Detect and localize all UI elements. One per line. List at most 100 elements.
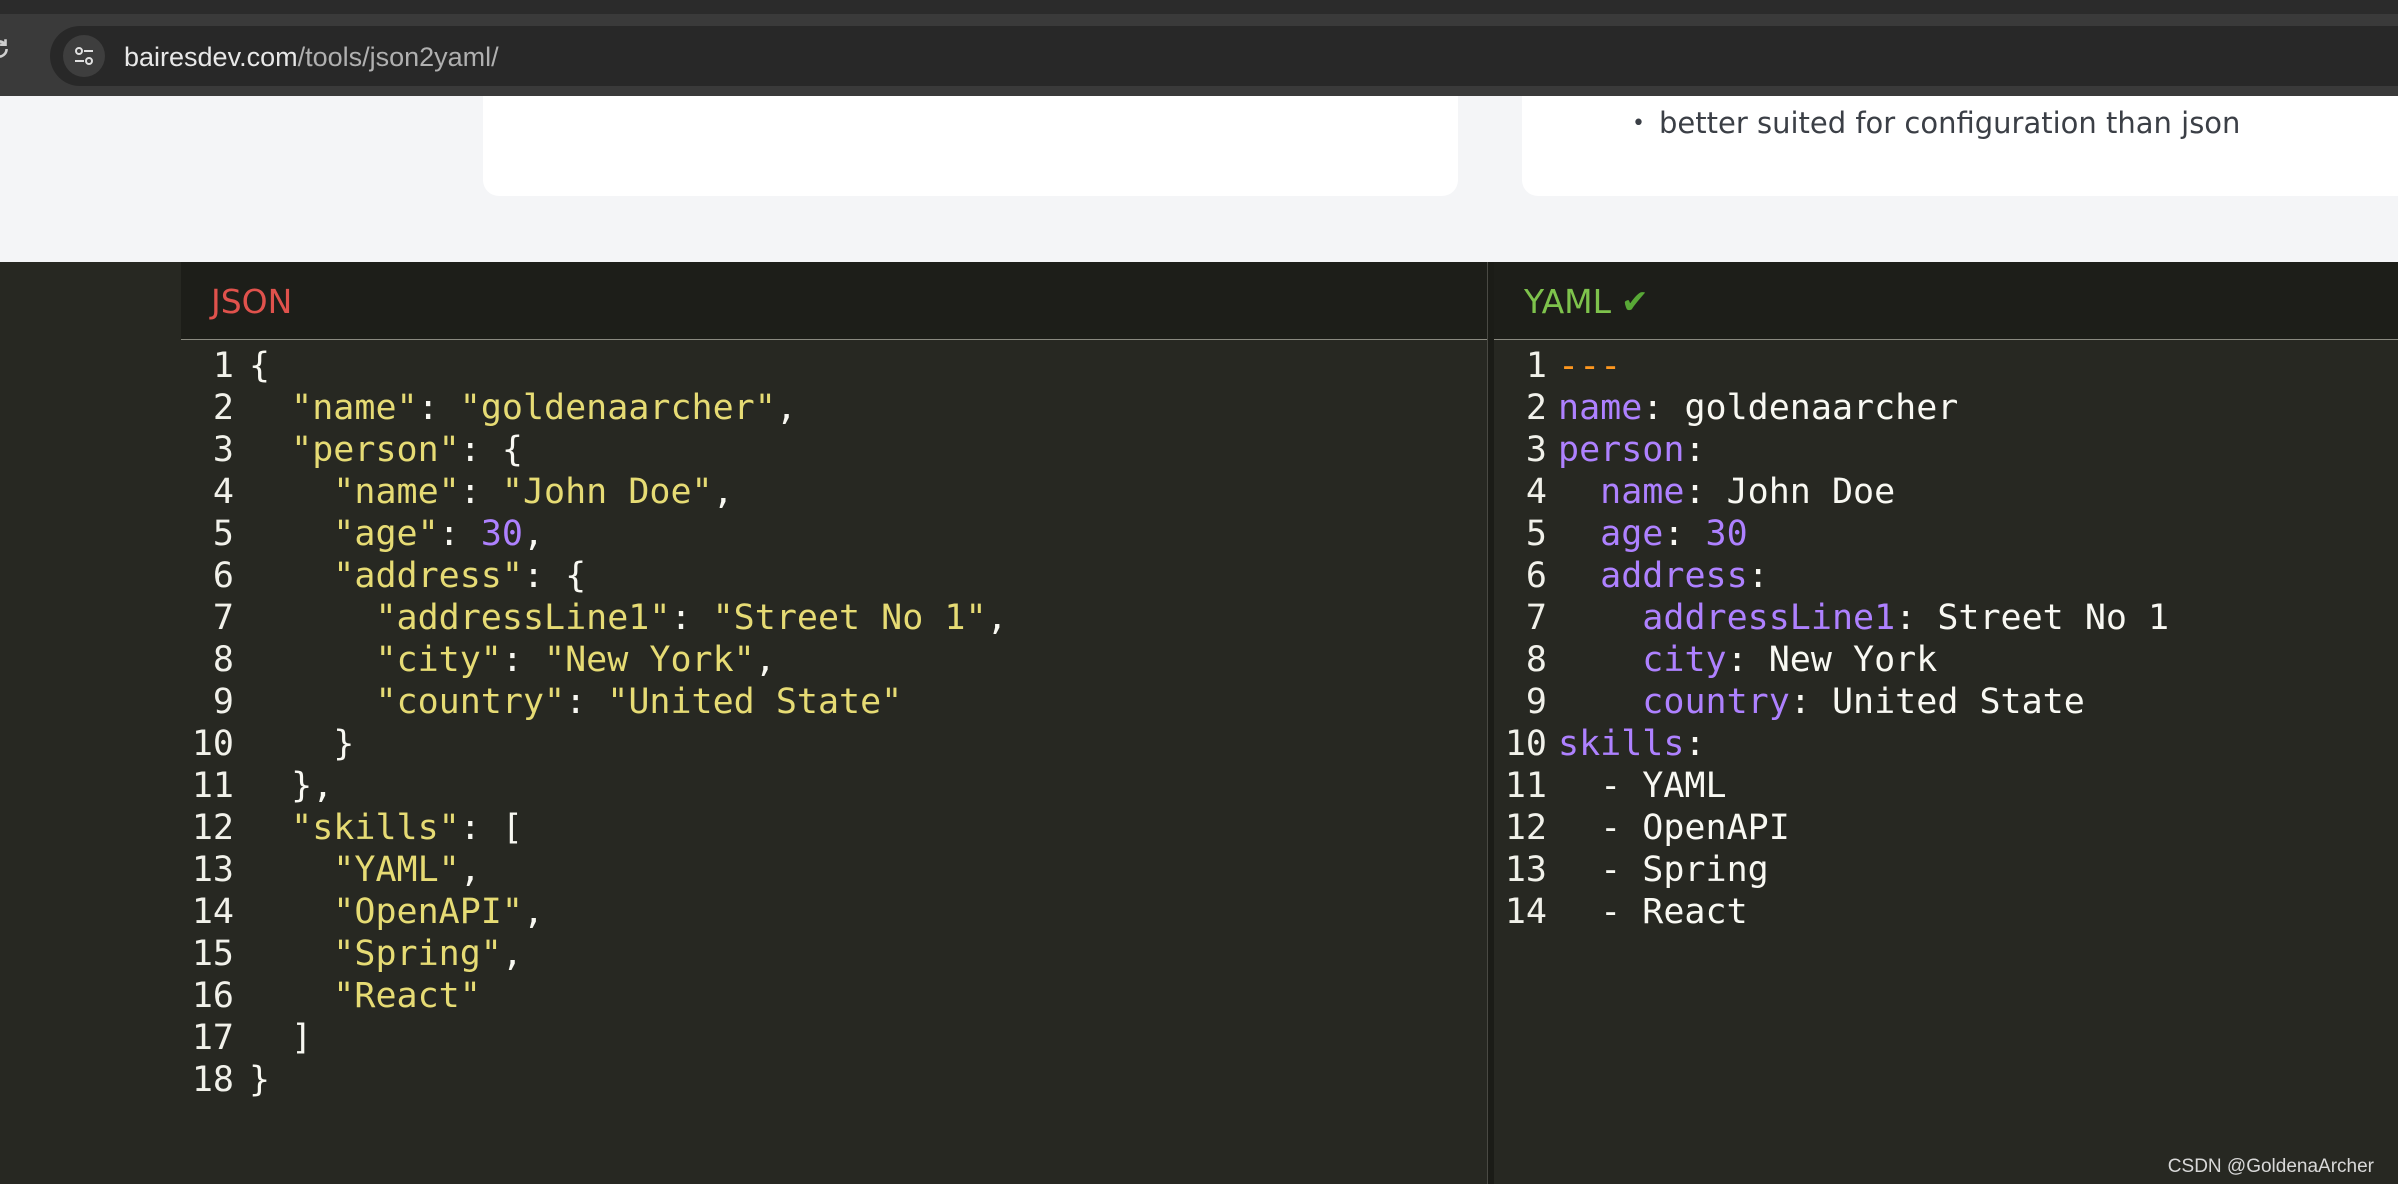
watermark: CSDN @GoldenaArcher (2167, 1156, 2374, 1177)
code-token: "person" (291, 430, 460, 470)
code-token: : (565, 682, 608, 722)
line-number: 16 (191, 976, 234, 1016)
code-token: : (459, 472, 502, 512)
yaml-editor[interactable]: 1 --- 2 name: goldenaarcher 3 person: 4 name: … (1494, 345, 2169, 933)
json-panel-title: JSON (211, 282, 293, 321)
code-line: 15 "Spring", (181, 933, 1008, 975)
code-token: "Street No 1" (712, 598, 987, 638)
code-token: "name" (333, 472, 460, 512)
code-line: 1 --- (1494, 345, 2169, 387)
code-line: 9 country: United State (1494, 681, 2169, 723)
code-line: 2 "name": "goldenaarcher", (181, 387, 1008, 429)
code-token: , (522, 892, 545, 932)
line-number: 4 (212, 472, 234, 512)
url-text[interactable]: bairesdev.com/tools/json2yaml/ (124, 42, 499, 73)
address-bar[interactable]: bairesdev.com/tools/json2yaml/ (50, 26, 2398, 86)
code-token: address (1600, 556, 1748, 596)
line-number: 1 (1525, 346, 1547, 386)
code-token: : (1663, 514, 1706, 554)
code-line: 12 - OpenAPI (1494, 807, 2169, 849)
line-number: 8 (212, 640, 234, 680)
code-token: , (986, 598, 1008, 638)
code-token: } (249, 1060, 271, 1100)
code-token: : { (459, 430, 523, 470)
code-token: "John Doe" (501, 472, 713, 512)
code-token: } (249, 724, 355, 764)
bullet-item: • better suited for configuration than js… (1632, 106, 2240, 140)
info-card-left (483, 96, 1458, 196)
code-line: 11 }, (181, 765, 1008, 807)
code-token: : [ (459, 808, 523, 848)
code-line: 7 "addressLine1": "Street No 1", (181, 597, 1008, 639)
code-line: 17 ] (181, 1017, 1008, 1059)
code-line: 9 "country": "United State" (181, 681, 1008, 723)
panel-divider[interactable] (1487, 262, 1494, 1184)
code-token: , (712, 472, 734, 512)
code-line: 13 - Spring (1494, 849, 2169, 891)
line-number: 7 (212, 598, 234, 638)
line-number: 10 (191, 724, 234, 764)
code-line: 6 "address": { (181, 555, 1008, 597)
code-token: , (501, 934, 523, 974)
yaml-title-text: YAML (1524, 282, 1612, 321)
code-token: "Spring" (333, 934, 502, 974)
line-number: 17 (191, 1018, 234, 1058)
code-token: "goldenaarcher" (459, 388, 776, 428)
code-line: 13 "YAML", (181, 849, 1008, 891)
code-line: 4 "name": "John Doe", (181, 471, 1008, 513)
code-token: , (459, 850, 481, 890)
code-token: : New York (1726, 640, 1938, 680)
code-line: 5 age: 30 (1494, 513, 2169, 555)
code-token: name (1600, 472, 1685, 512)
code-line: 8 city: New York (1494, 639, 2169, 681)
line-number: 6 (212, 556, 234, 596)
line-number: 3 (212, 430, 234, 470)
code-token: : { (522, 556, 587, 596)
code-line: 12 "skills": [ (181, 807, 1008, 849)
line-number: 10 (1504, 724, 1547, 764)
page-content-top: • better suited for configuration than js… (0, 96, 2398, 262)
line-number: 4 (1525, 472, 1547, 512)
code-token: : United State (1789, 682, 2085, 722)
code-token: : (438, 514, 481, 554)
line-number: 2 (212, 388, 234, 428)
line-number: 6 (1525, 556, 1547, 596)
code-token: "name" (291, 388, 418, 428)
code-token: : Street No 1 (1895, 598, 2170, 638)
line-number: 13 (191, 850, 234, 890)
code-token: - OpenAPI (1558, 808, 1790, 848)
code-token: addressLine1 (1642, 598, 1896, 638)
line-number: 14 (1504, 892, 1547, 932)
browser-toolbar: bairesdev.com/tools/json2yaml/ (0, 0, 2398, 96)
reload-icon[interactable] (0, 36, 12, 62)
code-line: 18} (181, 1059, 1008, 1101)
code-line: 7 addressLine1: Street No 1 (1494, 597, 2169, 639)
code-line: 8 "city": "New York", (181, 639, 1008, 681)
code-line: 3 person: (1494, 429, 2169, 471)
code-token: "age" (333, 514, 439, 554)
code-token: 30 (480, 514, 523, 554)
line-number: 18 (191, 1060, 234, 1100)
json-editor[interactable]: 1{2 "name": "goldenaarcher", 3 "person": … (181, 345, 1008, 1101)
code-token: : John Doe (1684, 472, 1896, 512)
code-token: , (775, 388, 797, 428)
line-number: 12 (191, 808, 234, 848)
code-token: - YAML (1558, 766, 1727, 806)
code-token: "country" (375, 682, 566, 722)
code-line: 10 skills: (1494, 723, 2169, 765)
check-icon: ✔ (1621, 282, 1649, 321)
bullet-dot-icon: • (1632, 111, 1645, 136)
code-line: 16 "React" (181, 975, 1008, 1017)
code-line: 10 } (181, 723, 1008, 765)
site-info-button[interactable] (63, 35, 105, 77)
